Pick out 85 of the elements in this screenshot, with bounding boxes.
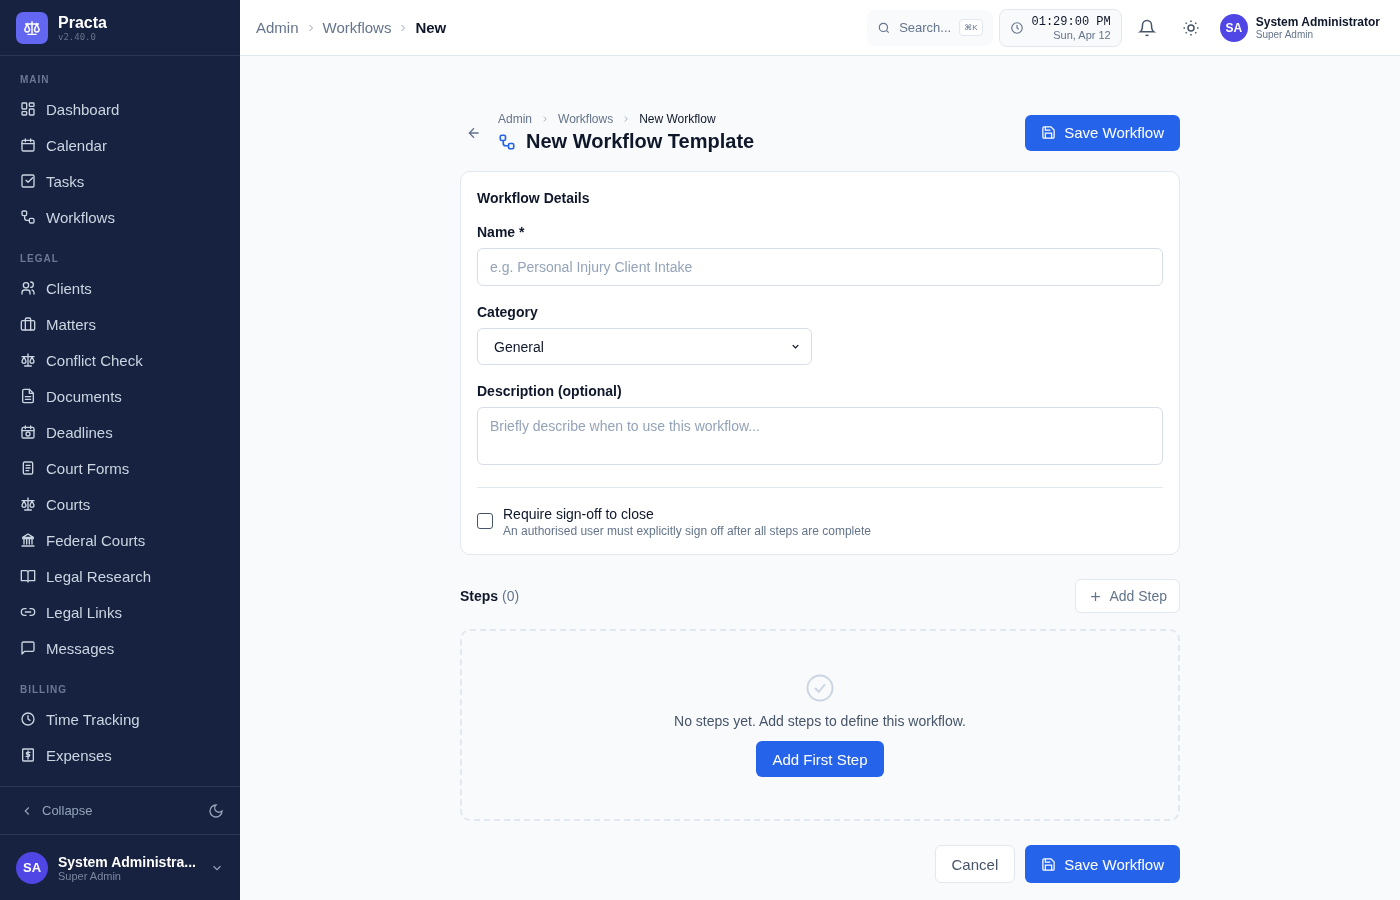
field-label: Category [477, 304, 539, 320]
breadcrumb-link[interactable]: Admin [498, 112, 532, 126]
cancel-button[interactable]: Cancel [934, 845, 1016, 883]
sidebar-item[interactable]: Conflict Check [0, 342, 240, 378]
add-first-step-button[interactable]: Add First Step [756, 741, 884, 777]
clock-time: 01:29:00 PM [1031, 14, 1111, 29]
breadcrumb-link[interactable]: Workflows [558, 112, 614, 126]
name-input[interactable]: e.g. Personal Injury Client Intake [477, 248, 1163, 286]
bell-icon[interactable] [1137, 18, 1156, 37]
sidebar-item[interactable]: Documents [0, 378, 240, 414]
workflow-icon [498, 132, 516, 151]
sidebar-item[interactable]: Workflows [0, 199, 240, 235]
sidebar-item[interactable]: Legal Links [0, 594, 240, 630]
steps-heading: Steps [460, 588, 499, 604]
search-icon [877, 20, 892, 35]
steps-count: (0) [502, 588, 520, 604]
moon-icon[interactable] [208, 802, 224, 819]
sidebar-item[interactable]: Expenses [0, 737, 240, 773]
nav-icon [20, 173, 36, 189]
user-role: Super Admin [58, 869, 122, 882]
sidebar-item[interactable]: Clients [0, 270, 240, 306]
sidebar-item[interactable]: Courts [0, 486, 240, 522]
check-circle-icon [805, 673, 835, 703]
sidebar-item[interactable]: Tasks [0, 163, 240, 199]
shortcut-key: ⌘K [959, 19, 983, 36]
nav-icon [20, 532, 36, 548]
sidebar-item[interactable]: Calendar [0, 127, 240, 163]
nav-icon [20, 352, 36, 368]
nav-icon [20, 388, 36, 404]
sidebar-item[interactable]: Time Tracking [0, 701, 240, 737]
nav-icon [20, 137, 36, 153]
save-workflow-button[interactable]: Save Workflow [1025, 114, 1180, 151]
sidebar-item[interactable]: Legal Research [0, 558, 240, 594]
checkbox-hint: An authorised user must explicitly sign off after all steps are complete [503, 524, 871, 538]
breadcrumb-link[interactable]: New [415, 19, 447, 36]
app-name: Practa [58, 13, 107, 32]
nav-icon [20, 316, 36, 332]
sun-icon[interactable] [1181, 18, 1200, 37]
search-field[interactable]: Search... ⌘K [867, 9, 993, 46]
search-placeholder: Search... [899, 20, 952, 35]
user-avatar: SA [16, 851, 48, 884]
field-label: Description (optional) [477, 383, 623, 399]
sidebar-item[interactable]: Court Forms [0, 450, 240, 486]
clock-icon [1009, 20, 1024, 35]
app-version: v2.40.0 [58, 31, 97, 42]
save-workflow-button[interactable]: Save Workflow [1025, 845, 1180, 883]
nav-icon [20, 209, 36, 225]
sidebar-item[interactable]: Dashboard [0, 91, 240, 127]
description-input[interactable]: Briefly describe when to use this workflow... [477, 407, 1163, 465]
field-label: Name * [477, 224, 526, 240]
add-step-button[interactable]: Add Step [1075, 579, 1180, 613]
page-title: New Workflow Template [526, 130, 755, 153]
user-avatar[interactable]: SA [1219, 13, 1248, 42]
nav-icon [20, 568, 36, 584]
checkbox-label: Require sign-off to close [503, 506, 655, 522]
nav-icon [20, 496, 36, 512]
empty-message: No steps yet. Add steps to define this workflow. [674, 713, 966, 729]
breadcrumb-link[interactable]: New Workflow [639, 112, 716, 126]
sidebar-item[interactable]: Matters [0, 306, 240, 342]
category-select[interactable]: General [477, 328, 812, 365]
nav-icon [20, 460, 36, 476]
save-icon [1041, 125, 1057, 140]
save-icon [1041, 856, 1057, 872]
scales-logo-icon [16, 11, 48, 44]
nav-icon [20, 640, 36, 656]
breadcrumb-link[interactable]: Admin [256, 19, 299, 36]
nav-icon [20, 711, 36, 727]
nav-icon [20, 747, 36, 763]
signoff-checkbox[interactable] [477, 513, 493, 529]
section-heading: MAIN [19, 73, 51, 87]
card-heading: Workflow Details [477, 190, 591, 206]
nav-icon [20, 101, 36, 117]
user-name: System Administra... [58, 853, 197, 870]
user-role: Super Admin [1255, 29, 1314, 40]
sidebar-item[interactable]: Federal Courts [0, 522, 240, 558]
sidebar-item[interactable]: Messages [0, 630, 240, 666]
collapse-button[interactable]: Collapse [20, 803, 93, 818]
user-name: System Administrator [1255, 15, 1380, 29]
nav-icon [20, 280, 36, 296]
sidebar-item[interactable]: Deadlines [0, 414, 240, 450]
clock-date: Sun, Apr 12 [1053, 28, 1111, 41]
breadcrumb-link[interactable]: Workflows [322, 19, 392, 36]
nav-icon [20, 424, 36, 440]
section-heading: BILLING [19, 683, 68, 697]
section-heading: LEGAL [19, 252, 60, 266]
